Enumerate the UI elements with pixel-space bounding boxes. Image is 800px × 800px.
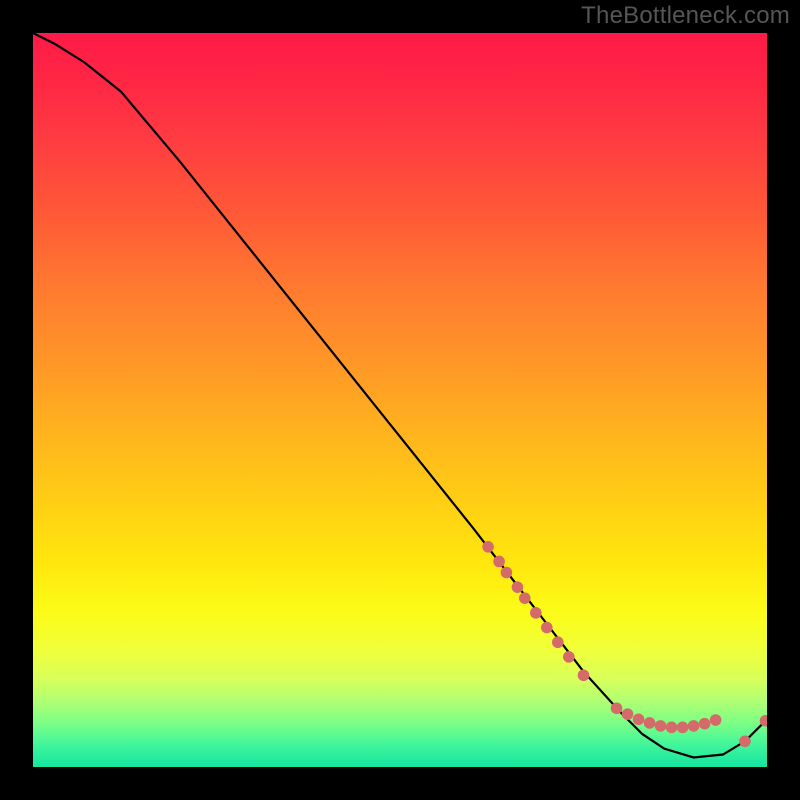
chart-svg — [33, 33, 767, 767]
data-point — [677, 722, 689, 734]
data-point — [541, 622, 553, 634]
bottleneck-curve — [33, 33, 767, 757]
data-point — [655, 720, 667, 732]
data-point — [501, 567, 513, 579]
data-point — [611, 702, 623, 714]
chart-frame: TheBottleneck.com — [0, 0, 800, 800]
data-point — [578, 669, 590, 681]
data-point — [688, 720, 700, 732]
watermark-text: TheBottleneck.com — [581, 2, 790, 30]
data-point — [552, 636, 564, 648]
curve-line — [33, 33, 767, 757]
data-point — [633, 713, 645, 725]
data-point — [482, 541, 494, 553]
data-point — [710, 714, 722, 726]
plot-area — [33, 33, 767, 767]
data-point — [739, 736, 751, 748]
marker-layer — [482, 541, 767, 747]
data-point — [512, 581, 524, 593]
data-point — [519, 592, 531, 604]
data-point — [530, 607, 542, 619]
data-point — [666, 722, 678, 734]
data-point — [622, 708, 634, 720]
data-point — [644, 717, 656, 729]
data-point — [699, 718, 711, 730]
data-point — [563, 651, 575, 663]
data-point — [493, 556, 505, 568]
